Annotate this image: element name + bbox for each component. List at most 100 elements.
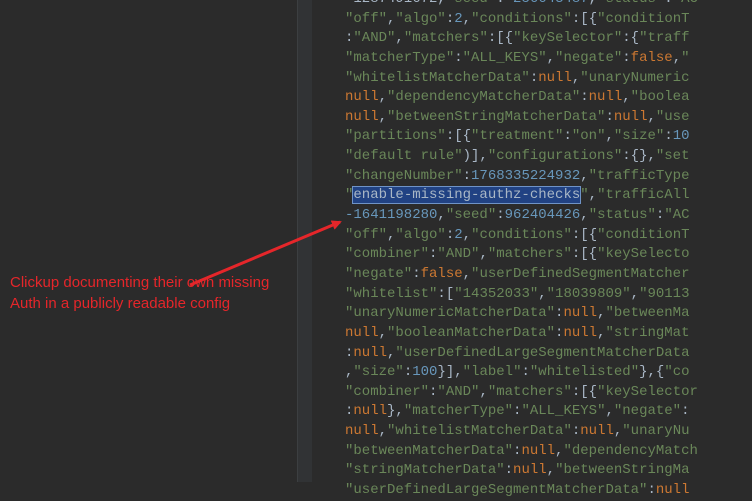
code-token: :: [529, 69, 539, 86]
code-token: 1768335224932: [471, 167, 581, 184]
code-token: ,: [546, 462, 556, 479]
code-token: "size": [613, 128, 665, 145]
code-token: "configurations": [487, 148, 623, 165]
code-token: "on": [571, 128, 606, 145]
code-token: ,: [588, 187, 598, 204]
code-line[interactable]: "combiner":"AND","matchers":[{"keySelect…: [345, 245, 752, 265]
code-token: "matchers": [403, 30, 488, 47]
code-token: "matchers": [487, 246, 572, 263]
json-code-view[interactable]: -1287491672,"seed":-256643487,"status":"…: [345, 0, 752, 501]
code-line[interactable]: null,"booleanMatcherData":null,"stringMa…: [345, 324, 752, 344]
code-token: "algo": [395, 226, 446, 243]
code-line[interactable]: "betweenMatcherData":null,"dependencyMat…: [345, 442, 752, 462]
code-token: :[{: [571, 246, 598, 263]
code-token: "partitions": [345, 128, 446, 145]
code-token: "AND": [437, 383, 480, 400]
code-token: "keySelector: [597, 383, 698, 400]
code-line[interactable]: null,"whitelistMatcherData":null,"unaryN…: [345, 422, 752, 442]
code-token: ,: [462, 226, 472, 243]
code-token: ,: [462, 265, 472, 282]
code-token: ,: [672, 49, 682, 66]
code-line[interactable]: :"AND","matchers":[{"keySelector":{"traf…: [345, 29, 752, 49]
code-token: ,: [647, 108, 656, 125]
code-line[interactable]: "matcherType":"ALL_KEYS","negate":false,…: [345, 49, 752, 69]
code-token: )],: [462, 148, 488, 165]
code-token: "conditionT: [597, 226, 690, 243]
code-token: "conditions": [471, 10, 572, 27]
code-token: 962404426: [504, 207, 581, 224]
code-token: false: [420, 265, 463, 282]
code-token: "combiner": [345, 383, 430, 400]
code-token: :: [445, 10, 455, 27]
code-token: "betweenStringMa: [555, 462, 690, 479]
code-token: "dependencyMatcherData": [387, 89, 581, 106]
code-token: null: [655, 482, 690, 499]
code-token: "co: [664, 364, 690, 381]
code-token: null: [513, 462, 547, 479]
left-editor-pane: [0, 0, 297, 482]
code-line[interactable]: "userDefinedLargeSegmentMatcherData":nul…: [345, 481, 752, 501]
code-token: :: [412, 265, 421, 282]
code-line[interactable]: "enable-missing-authz-checks","trafficAl…: [345, 186, 752, 206]
code-token: ,: [622, 89, 631, 106]
code-token: :: [454, 49, 463, 66]
code-token: "use: [655, 108, 690, 125]
annotation-caption: Clickup documenting their own missing Au…: [10, 272, 350, 314]
code-line[interactable]: "unaryNumericMatcherData":null,"betweenM…: [345, 304, 752, 324]
code-token: "changeNumber": [345, 167, 463, 184]
code-line[interactable]: ,"size":100}],"label":"whitelisted"},{"c…: [345, 363, 752, 383]
code-token: "trafficType: [588, 167, 690, 184]
code-token: "label": [462, 364, 522, 381]
code-token: "trafficAll: [597, 187, 690, 204]
code-token: "stringMatcherData": [345, 462, 505, 479]
code-token: "betweenStringMatcherData": [387, 108, 606, 125]
code-line[interactable]: null,"betweenStringMatcherData":null,"us…: [345, 108, 752, 128]
code-token: :: [622, 49, 631, 66]
code-line[interactable]: "partitions":[{"treatment":"on","size":1…: [345, 127, 752, 147]
code-token: null: [563, 324, 598, 341]
code-token: "userDefinedLargeSegmentMatcherData: [395, 344, 690, 361]
code-token: "combiner": [345, 246, 430, 263]
code-token: "18039809": [546, 285, 631, 302]
code-line[interactable]: :null,"userDefinedLargeSegmentMatcherDat…: [345, 344, 752, 364]
code-line[interactable]: -1641198280,"seed":962404426,"status":"A…: [345, 206, 752, 226]
code-token: "seed": [445, 207, 497, 224]
code-line[interactable]: -1287491672,"seed":-256643487,"status":"…: [345, 0, 752, 10]
code-token: :: [681, 403, 690, 420]
code-token: "whitelisted": [529, 364, 640, 381]
code-line[interactable]: "default rule")],"configurations":{},"se…: [345, 147, 752, 167]
code-line[interactable]: "combiner":"AND","matchers":[{"keySelect…: [345, 383, 752, 403]
code-token: "unaryNumericMatcherData": [345, 305, 556, 322]
code-token: "treatment": [471, 128, 564, 145]
code-token: "ALL_KEYS": [521, 403, 606, 420]
code-line[interactable]: "negate":false,"userDefinedSegmentMatche…: [345, 265, 752, 285]
code-line[interactable]: "stringMatcherData":null,"betweenStringM…: [345, 461, 752, 481]
code-line[interactable]: null,"dependencyMatcherData":null,"boole…: [345, 88, 752, 108]
code-line[interactable]: "changeNumber":1768335224932,"trafficTyp…: [345, 167, 752, 187]
code-token: "set: [655, 148, 690, 165]
code-line[interactable]: "whitelist":["14352033","18039809","9011…: [345, 285, 752, 305]
code-token: "matcherType": [403, 403, 514, 420]
code-token: :[{: [571, 226, 598, 243]
code-token: ,: [378, 89, 388, 106]
code-token: ,: [462, 10, 472, 27]
code-line[interactable]: :null},"matcherType":"ALL_KEYS","negate"…: [345, 402, 752, 422]
code-token: -256643487: [505, 0, 589, 7]
code-token: 2: [454, 226, 463, 243]
code-token: null: [345, 324, 379, 341]
code-line[interactable]: "off","algo":2,"conditions":[{"condition…: [345, 226, 752, 246]
code-token: "booleanMatcherData": [387, 324, 556, 341]
code-token: },{: [639, 364, 665, 381]
code-line[interactable]: "off","algo":2,"conditions":[{"condition…: [345, 10, 752, 30]
code-token: ,: [630, 285, 640, 302]
code-token: "traff: [639, 30, 690, 47]
highlighted-feature-flag: enable-missing-authz-checks: [352, 186, 582, 205]
code-token: "userDefinedLargeSegmentMatcherData": [345, 482, 648, 499]
pane-divider[interactable]: [297, 0, 313, 482]
code-token: "whitelist": [345, 285, 438, 302]
code-token: null: [521, 442, 556, 459]
code-token: ,: [538, 285, 547, 302]
code-token: "whitelistMatcherData": [345, 69, 530, 86]
code-token: "AND": [437, 246, 480, 263]
code-line[interactable]: "whitelistMatcherData":null,"unaryNumeri…: [345, 69, 752, 89]
